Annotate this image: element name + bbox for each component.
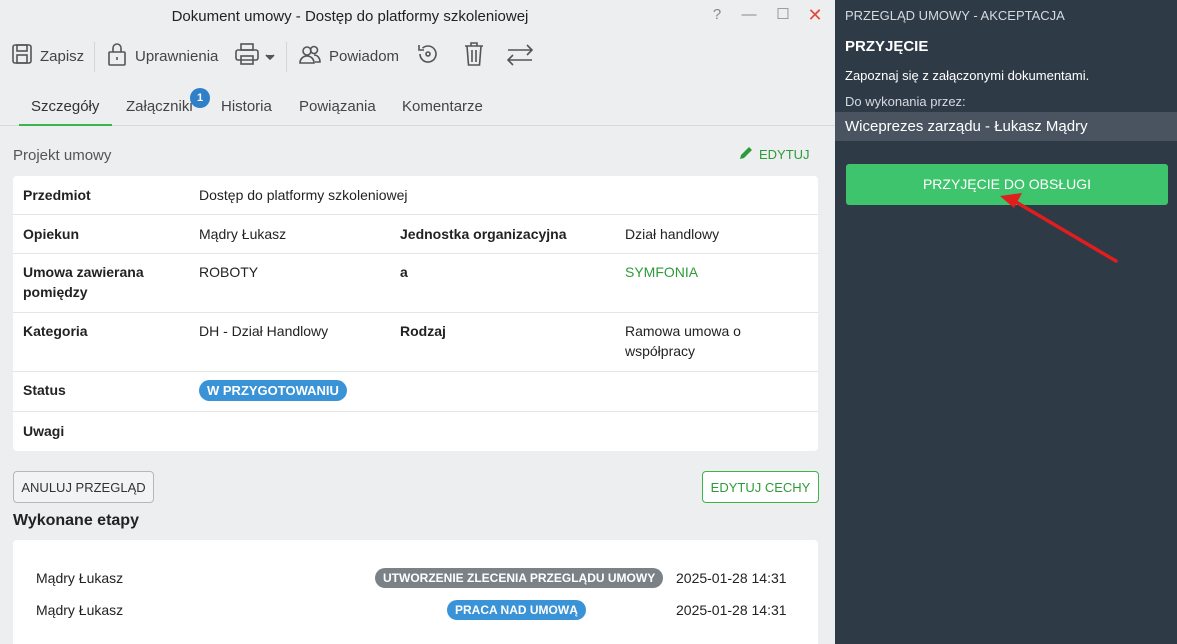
tab-relations[interactable]: Powiązania — [299, 98, 376, 115]
minimize-button[interactable]: — — [737, 5, 761, 25]
review-panel: PRZEGLĄD UMOWY - AKCEPTACJA PRZYJĘCIE Za… — [835, 0, 1177, 644]
type-value: Ramowa umowa o współpracy — [625, 321, 741, 361]
chevron-down-icon — [265, 48, 275, 65]
toolbar-divider — [94, 42, 95, 72]
type-value-line: współpracy — [625, 343, 696, 359]
step-user: Mądry Łukasz — [36, 602, 124, 618]
edit-button[interactable]: EDYTUJ — [738, 145, 810, 164]
details-row: Opiekun Mądry Łukasz Jednostka organizac… — [13, 215, 818, 254]
owner-label: Opiekun — [23, 226, 80, 242]
transfer-button[interactable] — [505, 40, 535, 72]
toolbar-divider — [286, 42, 287, 72]
edit-label: EDYTUJ — [759, 147, 810, 162]
active-tab-indicator — [19, 124, 112, 126]
unit-label: Jednostka organizacyjna — [400, 226, 567, 242]
step-date: 2025-01-28 14:31 — [676, 570, 787, 586]
notify-button[interactable]: Powiadom — [297, 40, 399, 72]
tab-details[interactable]: Szczegóły — [31, 98, 99, 115]
step-stage-badge: UTWORZENIE ZLECENIA PRZEGLĄDU UMOWY — [375, 568, 664, 588]
parties-label: Umowa zawierana pomiędzy — [23, 262, 144, 302]
step-user: Mądry Łukasz — [36, 570, 124, 586]
lock-icon — [105, 41, 129, 71]
save-button[interactable]: Zapisz — [10, 40, 84, 72]
edit-features-button[interactable]: EDYTUJ CECHY — [702, 471, 819, 503]
tab-history[interactable]: Historia — [221, 98, 272, 115]
pencil-icon — [738, 145, 754, 164]
users-icon — [297, 42, 323, 70]
parties-label-line: pomiędzy — [23, 284, 88, 300]
subject-label: Przedmiot — [23, 187, 91, 203]
maximize-button[interactable]: ☐ — [771, 5, 795, 25]
cancel-review-button[interactable]: ANULUJ PRZEGLĄD — [13, 471, 154, 503]
panel-header: PRZEGLĄD UMOWY - AKCEPTACJA — [845, 8, 1065, 23]
window-title: Dokument umowy - Dostęp do platformy szk… — [171, 8, 529, 25]
type-label: Rodzaj — [400, 323, 446, 339]
notes-label: Uwagi — [23, 423, 65, 439]
restore-icon — [415, 41, 441, 71]
details-row: Przedmiot Dostęp do platformy szkoleniow… — [13, 176, 818, 215]
panel-description: Zapoznaj się z załączonymi dokumentami. — [845, 68, 1090, 83]
permissions-label: Uprawnienia — [135, 47, 219, 65]
print-button[interactable] — [233, 40, 275, 72]
swap-arrows-icon — [505, 41, 535, 71]
subject-value: Dostęp do platformy szkoleniowej — [199, 187, 408, 203]
help-button[interactable]: ? — [705, 5, 729, 25]
contract-details-card: Przedmiot Dostęp do platformy szkoleniow… — [13, 176, 818, 451]
toolbar: Zapisz Uprawnienia Powiadom — [0, 36, 835, 76]
tab-attachments[interactable]: Załączniki — [126, 98, 193, 115]
attachments-count-badge: 1 — [190, 88, 210, 108]
assignee-label: Do wykonania przez: — [845, 94, 966, 109]
party-b-value: SYMFONIA — [625, 264, 699, 280]
details-row: Kategoria DH - Dział Handlowy Rodzaj Ram… — [13, 313, 818, 372]
details-row: Umowa zawierana pomiędzy ROBOTY a SYMFON… — [13, 254, 818, 313]
save-label: Zapisz — [40, 47, 85, 65]
history-button[interactable] — [415, 40, 441, 72]
tab-bar: Szczegóły Załączniki Historia Powiązania… — [0, 88, 835, 126]
details-row: Status — [13, 372, 818, 412]
party-a-value: ROBOTY — [199, 264, 259, 280]
save-icon — [10, 42, 34, 70]
completed-steps-title: Wykonane etapy — [13, 512, 139, 529]
trash-icon — [463, 40, 485, 72]
title-bar: Dokument umowy - Dostęp do platformy szk… — [0, 0, 835, 32]
status-label: Status — [23, 382, 66, 398]
category-value: DH - Dział Handlowy — [199, 323, 329, 339]
owner-value: Mądry Łukasz — [199, 226, 287, 242]
permissions-button[interactable]: Uprawnienia — [105, 40, 218, 72]
printer-icon — [233, 42, 261, 70]
type-value-line: Ramowa umowa o — [625, 323, 741, 339]
delete-button[interactable] — [463, 40, 485, 72]
category-label: Kategoria — [23, 323, 88, 339]
step-date: 2025-01-28 14:31 — [676, 602, 787, 618]
tab-comments[interactable]: Komentarze — [402, 98, 483, 115]
party-and-label: a — [400, 264, 408, 280]
step-stage-badge: PRACA NAD UMOWĄ — [447, 600, 586, 620]
panel-title: PRZYJĘCIE — [845, 38, 929, 55]
unit-value: Dział handlowy — [625, 226, 720, 242]
accept-for-handling-button[interactable]: PRZYJĘCIE DO OBSŁUGI — [846, 164, 1168, 205]
status-badge: W PRZYGOTOWANIU — [199, 380, 347, 401]
notify-label: Powiadom — [329, 47, 400, 65]
details-row: Uwagi — [13, 412, 818, 451]
completed-steps-card: Mądry Łukasz UTWORZENIE ZLECENIA PRZEGLĄ… — [13, 540, 818, 644]
section-title: Projekt umowy — [13, 147, 112, 164]
parties-label-line: Umowa zawierana — [23, 264, 144, 280]
close-button[interactable]: ✕ — [803, 5, 827, 25]
document-window: Dokument umowy - Dostęp do platformy szk… — [0, 0, 835, 644]
assignee-value: Wiceprezes zarządu - Łukasz Mądry — [835, 112, 1177, 141]
